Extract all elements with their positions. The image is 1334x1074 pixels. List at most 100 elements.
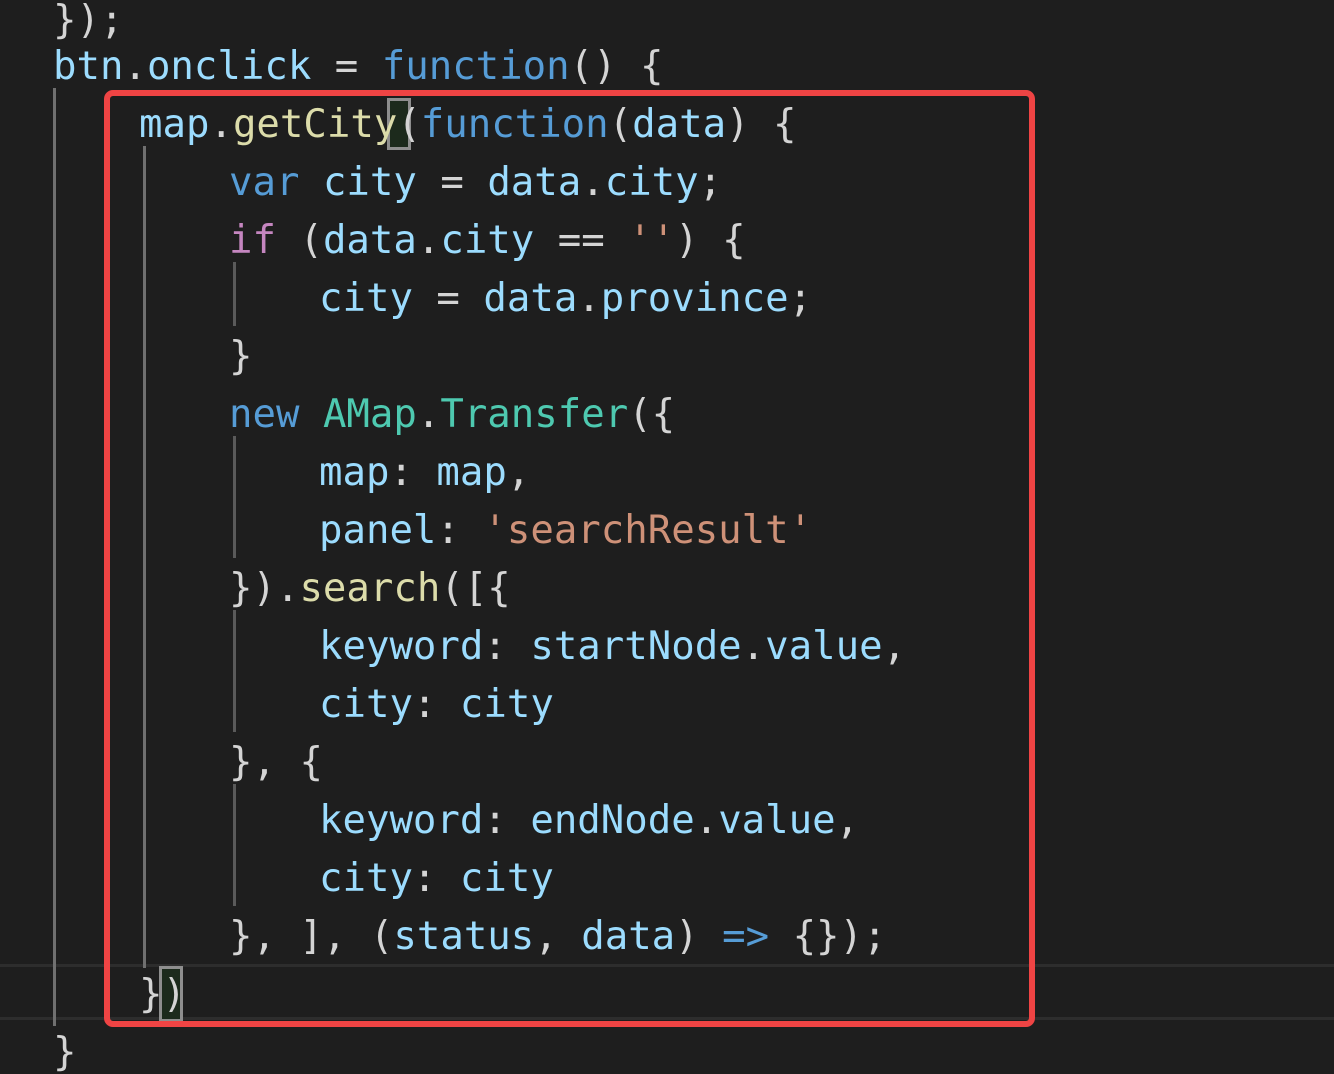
code-token: ( [275, 218, 323, 263]
code-token: : [436, 508, 484, 553]
code-token: city [604, 160, 699, 205]
code-token: AMap [322, 392, 417, 437]
code-token: . [577, 276, 601, 321]
code-line[interactable]: city: city [0, 676, 554, 734]
code-line[interactable]: }).search([{ [0, 560, 511, 618]
code-token: , [882, 624, 907, 669]
code-token: ) { [675, 218, 746, 263]
code-token: city [440, 218, 535, 263]
code-line[interactable]: }) [0, 966, 186, 1024]
code-token: data [483, 276, 578, 321]
code-token: ; [788, 276, 813, 321]
code-line[interactable]: map.getCity(function(data) { [0, 96, 797, 154]
code-token: keyword [319, 624, 484, 669]
code-token: status [393, 914, 535, 959]
code-line[interactable]: city = data.province; [0, 270, 812, 328]
code-token: , [506, 450, 531, 495]
code-token: : [412, 682, 460, 727]
code-line[interactable]: } [0, 1024, 76, 1074]
code-token: . [123, 44, 147, 89]
code-line[interactable]: if (data.city == '') { [0, 212, 746, 270]
code-token: city [319, 276, 413, 321]
code-token: } [229, 334, 253, 379]
code-token: . [209, 102, 233, 147]
code-token: function [381, 44, 570, 89]
code-token: startNode [530, 624, 742, 669]
code-token: : [412, 856, 460, 901]
code-token: city [319, 682, 413, 727]
code-token: . [416, 218, 441, 263]
code-token: map [319, 450, 390, 495]
code-token: . [694, 798, 719, 843]
code-token: }) [139, 972, 186, 1017]
code-token: {}); [769, 914, 887, 959]
code-token: => [722, 914, 770, 959]
code-line[interactable]: } [0, 328, 252, 386]
code-token: . [741, 624, 766, 669]
code-editor-viewport[interactable]: }); btn.onclick = function() {map.getCity… [0, 0, 1334, 1074]
code-token: ( [397, 102, 421, 147]
code-token: ) [675, 914, 723, 959]
code-token: = [412, 276, 484, 321]
code-token: map [139, 102, 210, 147]
code-line[interactable]: btn.onclick = function() { [0, 38, 664, 96]
code-token: panel [319, 508, 437, 553]
code-token: ( [608, 102, 633, 147]
code-token: value [718, 798, 836, 843]
code-line[interactable]: keyword: startNode.value, [0, 618, 906, 676]
code-token: == [534, 218, 629, 263]
code-token: function [420, 102, 609, 147]
code-token: city [322, 160, 417, 205]
code-token: var [229, 160, 300, 205]
code-token: = [334, 44, 359, 89]
code-token: onclick [146, 44, 312, 89]
code-token: search [299, 566, 441, 611]
code-token: 'searchResult' [483, 508, 813, 553]
code-token: ({ [628, 392, 676, 437]
code-text-layer[interactable]: }); btn.onclick = function() {map.getCity… [0, 0, 1334, 1074]
code-token: data [322, 218, 417, 263]
code-line[interactable]: panel: 'searchResult' [0, 502, 812, 560]
code-token: province [600, 276, 789, 321]
code-token: keyword [319, 798, 484, 843]
code-token: btn [53, 44, 124, 89]
code-token: city [459, 856, 554, 901]
code-token: data [487, 160, 582, 205]
code-token: () { [569, 44, 664, 89]
code-line[interactable]: map: map, [0, 444, 530, 502]
code-token: , [534, 914, 582, 959]
code-token: : [483, 624, 531, 669]
code-token: endNode [530, 798, 695, 843]
code-line[interactable]: }, ], (status, data) => {}); [0, 908, 887, 966]
code-token: '' [628, 218, 676, 263]
code-token: city [319, 856, 413, 901]
code-token: Transfer [440, 392, 629, 437]
code-token: . [416, 392, 441, 437]
code-token: new [229, 392, 300, 437]
code-token: }). [229, 566, 300, 611]
code-token: ) { [726, 102, 797, 147]
code-token: data [581, 914, 676, 959]
code-line[interactable]: city: city [0, 850, 554, 908]
code-line[interactable]: var city = data.city; [0, 154, 722, 212]
code-line[interactable]: new AMap.Transfer({ [0, 386, 675, 444]
code-token: : [389, 450, 437, 495]
code-token: data [632, 102, 727, 147]
code-token: : [483, 798, 531, 843]
code-line[interactable]: }, { [0, 734, 323, 792]
code-token: = [416, 160, 488, 205]
code-line[interactable]: keyword: endNode.value, [0, 792, 859, 850]
code-token: city [459, 682, 554, 727]
code-token: getCity [232, 102, 398, 147]
code-token: map [436, 450, 507, 495]
code-token: ([{ [440, 566, 511, 611]
code-token: . [581, 160, 605, 205]
code-token: if [229, 218, 276, 263]
code-token: }, { [229, 740, 323, 785]
code-token: ; [698, 160, 723, 205]
code-token: value [765, 624, 883, 669]
